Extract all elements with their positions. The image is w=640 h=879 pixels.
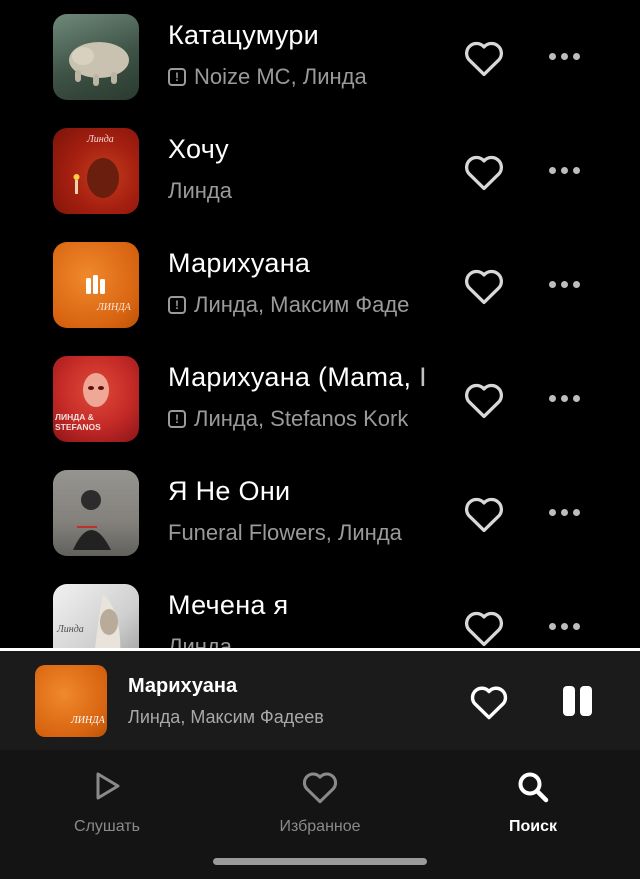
player-track-artist: Линда, Максим Фадеев [128, 707, 324, 727]
heart-icon [465, 155, 503, 191]
more-button[interactable] [546, 505, 584, 519]
heart-icon [470, 686, 508, 720]
nav-search-label: Поиск [508, 818, 557, 835]
album-cover [53, 14, 139, 100]
nav-favorites-label: Избранное [279, 818, 361, 835]
tardigrade-art [69, 42, 129, 86]
like-button[interactable] [463, 381, 505, 419]
album-cover [53, 470, 139, 556]
like-button[interactable] [463, 153, 505, 191]
explicit-icon: ! [168, 410, 186, 428]
heart-icon [302, 772, 338, 804]
track-row[interactable]: Линда Мечена я Линда [0, 570, 640, 650]
track-list: Катацумури ! Noize MC, Линда Линда Хочу … [0, 0, 640, 650]
track-artist-line: Funeral Flowers, Линда [168, 520, 402, 546]
track-artist-line: ! Линда, Максим Фаде [168, 292, 409, 318]
track-row[interactable]: Линда Хочу Линда [0, 114, 640, 228]
playback-progress-bar[interactable] [0, 648, 640, 651]
nav-listen-label: Слушать [74, 818, 140, 835]
heart-icon [465, 269, 503, 305]
more-button[interactable] [546, 619, 584, 633]
explicit-icon: ! [168, 296, 186, 314]
search-icon [518, 772, 549, 803]
heart-icon [465, 383, 503, 419]
like-button[interactable] [463, 495, 505, 533]
track-row[interactable]: ЛИНДА Марихуана ! Линда, Максим Фаде [0, 228, 640, 342]
album-cover: Линда [53, 128, 139, 214]
track-artist: Funeral Flowers, Линда [168, 520, 402, 545]
track-row[interactable]: ЛИНДА & STEFANOS Марихуана (Mama, I ! Ли… [0, 342, 640, 456]
track-artist-line: Линда [168, 178, 232, 204]
cover-text: Линда [87, 134, 114, 145]
track-title: Мечена я [168, 590, 289, 620]
track-artist: Линда, Максим Фаде [194, 292, 410, 317]
track-title: Марихуана (Mama, I [168, 362, 427, 392]
pause-button[interactable] [561, 686, 595, 718]
explicit-icon: ! [168, 68, 186, 86]
nav-listen[interactable]: Слушать [27, 750, 187, 850]
like-button[interactable] [463, 39, 505, 77]
player-track-title: Марихуана [128, 675, 238, 697]
more-button[interactable] [546, 49, 584, 63]
player-like-button[interactable] [469, 684, 509, 720]
player-cover-text: ЛИНДА [71, 715, 105, 726]
track-artist: Линда, Stefanos Kork [194, 406, 409, 431]
heart-icon [465, 611, 503, 647]
track-artist: Noize MC, Линда [194, 64, 367, 89]
heart-icon [465, 41, 503, 77]
track-title: Марихуана [168, 248, 311, 278]
track-artist: Линда [168, 178, 232, 203]
cover-text: Линда [57, 624, 84, 635]
heart-icon [465, 497, 503, 533]
like-button[interactable] [463, 267, 505, 305]
album-cover: ЛИНДА & STEFANOS [53, 356, 139, 442]
cover-text: ЛИНДА & STEFANOS [55, 412, 101, 432]
equalizer-icon [86, 275, 105, 294]
cover-text: ЛИНДА [97, 302, 131, 313]
album-cover: ЛИНДА [53, 242, 139, 328]
track-artist-line: ! Линда, Stefanos Kork [168, 406, 408, 432]
more-button[interactable] [546, 277, 584, 291]
track-row[interactable]: Катацумури ! Noize MC, Линда [0, 0, 640, 114]
album-cover: Линда [53, 584, 139, 650]
track-title: Катацумури [168, 20, 320, 50]
track-row[interactable]: Я Не Они Funeral Flowers, Линда [0, 456, 640, 570]
track-title: Я Не Они [168, 476, 291, 506]
more-button[interactable] [546, 391, 584, 405]
home-indicator[interactable] [213, 858, 427, 865]
like-button[interactable] [463, 609, 505, 647]
more-button[interactable] [546, 163, 584, 177]
nav-favorites[interactable]: Избранное [240, 750, 400, 850]
mini-player[interactable]: ЛИНДА Марихуана Линда, Максим Фадеев [0, 648, 640, 750]
play-icon [96, 772, 120, 800]
player-album-cover[interactable]: ЛИНДА [35, 665, 107, 737]
nav-search[interactable]: Поиск [453, 750, 613, 850]
cover-art [94, 594, 121, 650]
track-artist-line: ! Noize MC, Линда [168, 64, 367, 90]
cover-art [53, 470, 139, 556]
track-title: Хочу [168, 134, 229, 164]
